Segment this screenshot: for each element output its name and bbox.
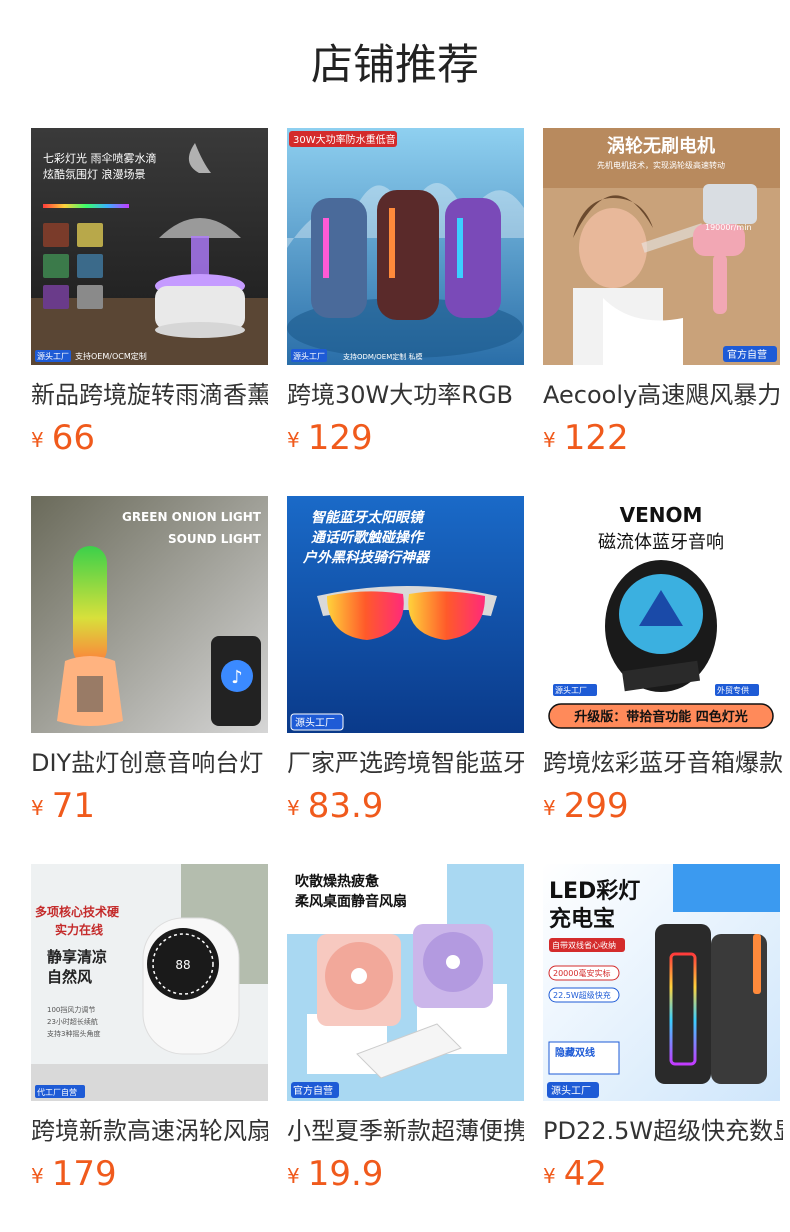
product-title[interactable]: 跨境30W大功率RGB xyxy=(287,378,524,412)
currency-symbol: ¥ xyxy=(287,1164,300,1188)
image-caption: 涡轮无刷电机 xyxy=(607,135,715,157)
image-caption: SOUND LIGHT xyxy=(168,532,262,546)
image-bullet: 100挡风力调节 xyxy=(47,1005,95,1014)
image-caption: 通话听歌触碰操作 xyxy=(311,529,426,546)
sunglasses-image[interactable]: 智能蓝牙太阳眼镜 通话听歌触碰操作 户外黑科技骑行神器 源头工厂 xyxy=(287,496,524,733)
product-price: ¥129 xyxy=(287,418,373,458)
product-title[interactable]: 厂家严选跨境智能蓝牙 xyxy=(287,746,524,780)
image-caption: 静享清凉 xyxy=(47,948,107,966)
desk-fan-image[interactable]: 多项核心技术硬 实力在线 静享清凉 自然风 100挡风力调节 23小时超长续航 … xyxy=(31,864,268,1101)
price-value: 66 xyxy=(51,418,95,458)
image-caption: 炫酷氛围灯 浪漫场景 xyxy=(43,167,146,181)
image-note: 支持ODM/OEM定制 私模 xyxy=(343,352,423,361)
badge-text: 源头工厂 xyxy=(555,685,587,695)
product-title[interactable]: 跨境新款高速涡轮风扇 xyxy=(31,1114,268,1148)
badge-text: 外贸专供 xyxy=(717,685,749,695)
image-note: 19000r/min xyxy=(705,223,752,232)
badge-text: 源头工厂 xyxy=(551,1084,591,1097)
product-price: ¥179 xyxy=(31,1154,117,1194)
product-title[interactable]: 跨境炫彩蓝牙音箱爆款 xyxy=(543,746,783,780)
product-price: ¥71 xyxy=(31,786,95,826)
image-caption: 柔风桌面静音风扇 xyxy=(294,893,407,910)
product-price: ¥66 xyxy=(31,418,95,458)
humidifier-image[interactable]: 七彩灯光 雨伞喷雾水滴 炫酷氛围灯 浪漫场景 源头工厂 支持OEM/OCM定制 xyxy=(31,128,268,365)
currency-symbol: ¥ xyxy=(543,1164,556,1188)
image-caption: 30W大功率防水重低音 xyxy=(293,133,396,146)
image-tag: 20000毫安实标 xyxy=(553,968,610,978)
product-grid: 七彩灯光 雨伞喷雾水滴 炫酷氛围灯 浪漫场景 源头工厂 支持OEM/OCM定制 xyxy=(0,0,790,1232)
badge-text: 源头工厂 xyxy=(295,716,335,729)
image-tag: 自带双线省心收纳 xyxy=(552,940,616,950)
svg-text:88: 88 xyxy=(175,958,190,972)
product-price: ¥83.9 xyxy=(287,786,383,826)
currency-symbol: ¥ xyxy=(287,796,300,820)
price-value: 83.9 xyxy=(307,786,384,826)
badge-text: 代工厂自营 xyxy=(37,1087,77,1097)
image-caption: 磁流体蓝牙音响 xyxy=(598,532,724,553)
currency-symbol: ¥ xyxy=(543,796,556,820)
currency-symbol: ¥ xyxy=(31,428,44,452)
image-tag: 22.5W超级快充 xyxy=(553,990,611,1000)
image-caption: LED彩灯 xyxy=(549,879,640,904)
product-title[interactable]: 新品跨境旋转雨滴香薰 xyxy=(31,378,268,412)
currency-symbol: ¥ xyxy=(287,428,300,452)
price-value: 42 xyxy=(563,1154,607,1194)
image-bullet: 支持3种摇头角度 xyxy=(47,1029,100,1038)
image-caption: 智能蓝牙太阳眼镜 xyxy=(311,509,426,526)
badge-text: 官方自营 xyxy=(727,348,767,361)
speaker-image[interactable]: 30W大功率防水重低音 源头工厂 支持ODM/OEM定制 私模 xyxy=(287,128,524,365)
image-caption: 吹散燥热疲惫 xyxy=(295,873,380,890)
image-footer: 升级版：带拾音功能 四色灯光 xyxy=(574,709,748,725)
price-value: 299 xyxy=(563,786,629,826)
currency-symbol: ¥ xyxy=(543,428,556,452)
image-tag: 隐藏双线 xyxy=(555,1046,595,1059)
currency-symbol: ¥ xyxy=(31,1164,44,1188)
image-note: 支持OEM/OCM定制 xyxy=(75,351,147,361)
product-price: ¥19.9 xyxy=(287,1154,383,1194)
image-bullet: 23小时超长续航 xyxy=(47,1017,98,1026)
product-price: ¥299 xyxy=(543,786,629,826)
product-price: ¥122 xyxy=(543,418,629,458)
badge-text: 源头工厂 xyxy=(37,351,69,361)
badge-text: 源头工厂 xyxy=(293,351,325,361)
product-title[interactable]: PD22.5W超级快充数显 xyxy=(543,1114,783,1148)
price-value: 179 xyxy=(51,1154,117,1194)
magnetic-speaker-image[interactable]: VENOM 磁流体蓝牙音响 源头工厂 外贸专供 升级版：带拾音功能 四色灯光 xyxy=(543,496,780,733)
product-price: ¥42 xyxy=(543,1154,607,1194)
badge-text: 官方自营 xyxy=(293,1084,333,1097)
power-bank-image[interactable]: LED彩灯 充电宝 自带双线省心收纳 20000毫安实标 22.5W超级快充 隐… xyxy=(543,864,780,1101)
price-value: 122 xyxy=(563,418,629,458)
price-value: 129 xyxy=(307,418,373,458)
image-caption: 户外黑科技骑行神器 xyxy=(302,549,431,566)
product-title[interactable]: Aecooly高速飓风暴力 xyxy=(543,378,783,412)
product-title[interactable]: DIY盐灯创意音响台灯 xyxy=(31,746,268,780)
image-caption: VENOM xyxy=(620,503,703,527)
image-caption: 先机电机技术，实现涡轮级高速转动 xyxy=(597,160,725,170)
image-caption: 实力在线 xyxy=(55,922,103,937)
currency-symbol: ¥ xyxy=(31,796,44,820)
image-caption: GREEN ONION LIGHT xyxy=(122,510,262,524)
salt-lamp-image[interactable]: GREEN ONION LIGHT SOUND LIGHT ♪ xyxy=(31,496,268,733)
product-title[interactable]: 小型夏季新款超薄便携 xyxy=(287,1114,524,1148)
image-caption: 七彩灯光 雨伞喷雾水滴 xyxy=(43,151,157,165)
svg-text:♪: ♪ xyxy=(231,667,243,688)
image-caption: 自然风 xyxy=(47,968,92,986)
turbo-fan-image[interactable]: 涡轮无刷电机 先机电机技术，实现涡轮级高速转动 19000r/min 官方自营 xyxy=(543,128,780,365)
mini-fan-image[interactable]: 吹散燥热疲惫 柔风桌面静音风扇 官方自营 xyxy=(287,864,524,1101)
image-caption: 多项核心技术硬 xyxy=(35,904,120,919)
price-value: 71 xyxy=(51,786,95,826)
price-value: 19.9 xyxy=(307,1154,384,1194)
image-caption: 充电宝 xyxy=(549,906,615,932)
